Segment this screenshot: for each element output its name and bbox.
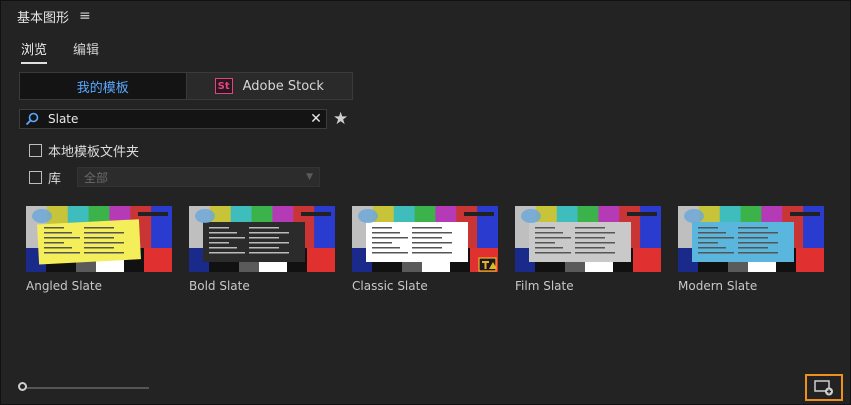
template-card[interactable]: Modern Slate [678,206,824,293]
template-thumbnail [515,206,661,272]
library-select-value: 全部 [84,170,109,185]
thumbnail-zoom-slider-track[interactable] [21,387,149,389]
library-select[interactable]: 全部 ▼ [77,167,321,187]
adobe-stock-logo: St [214,78,233,94]
template-thumbnail [26,206,172,272]
template-card[interactable]: Classic Slate [352,206,498,293]
local-folder-filter: 本地模板文件夹 [29,141,139,160]
essential-graphics-panel: 基本图形 ≡ 浏览 编辑 我的模板 St Adobe Stock ✕ ★ 本地模… [0,0,851,405]
adobe-stock-button[interactable]: St Adobe Stock [185,73,352,99]
template-thumbnail [352,206,498,272]
library-filter: 库 全部 ▼ [29,167,321,187]
template-card[interactable]: Film Slate [515,206,661,293]
template-source-toggle: 我的模板 St Adobe Stock [19,72,353,100]
template-label: Classic Slate [352,279,428,293]
library-label: 库 [48,171,62,187]
local-folder-label: 本地模板文件夹 [48,145,140,160]
template-label: Film Slate [515,279,574,293]
adobe-stock-label: Adobe Stock [242,78,324,94]
template-thumbnail [189,206,335,272]
local-folder-checkbox[interactable] [29,144,42,157]
library-checkbox[interactable] [29,170,42,184]
tab-bar: 浏览 编辑 [21,39,99,64]
new-layer-icon [814,379,833,395]
panel-menu-icon[interactable]: ≡ [79,9,91,23]
panel-title: 基本图形 [17,10,70,26]
panel-header: 基本图形 ≡ [17,7,91,26]
new-item-button[interactable] [805,374,843,401]
template-label: Modern Slate [678,279,758,293]
template-label: Bold Slate [189,279,250,293]
search-input[interactable] [44,112,306,126]
thumbnail-zoom-slider-handle[interactable] [18,382,27,391]
clear-search-icon[interactable]: ✕ [306,111,326,127]
my-templates-button[interactable]: 我的模板 [20,73,186,99]
template-thumbnail [678,206,824,272]
search-icon [20,112,44,126]
tab-browse[interactable]: 浏览 [21,39,48,64]
my-templates-label: 我的模板 [76,80,129,96]
search-box: ✕ [19,109,327,129]
favorites-star-icon[interactable]: ★ [333,109,348,129]
tab-edit[interactable]: 编辑 [73,39,99,64]
template-card[interactable]: Angled Slate [26,206,172,293]
template-card[interactable]: Bold Slate [189,206,335,293]
chevron-down-icon: ▼ [306,172,314,182]
template-label: Angled Slate [26,279,102,293]
